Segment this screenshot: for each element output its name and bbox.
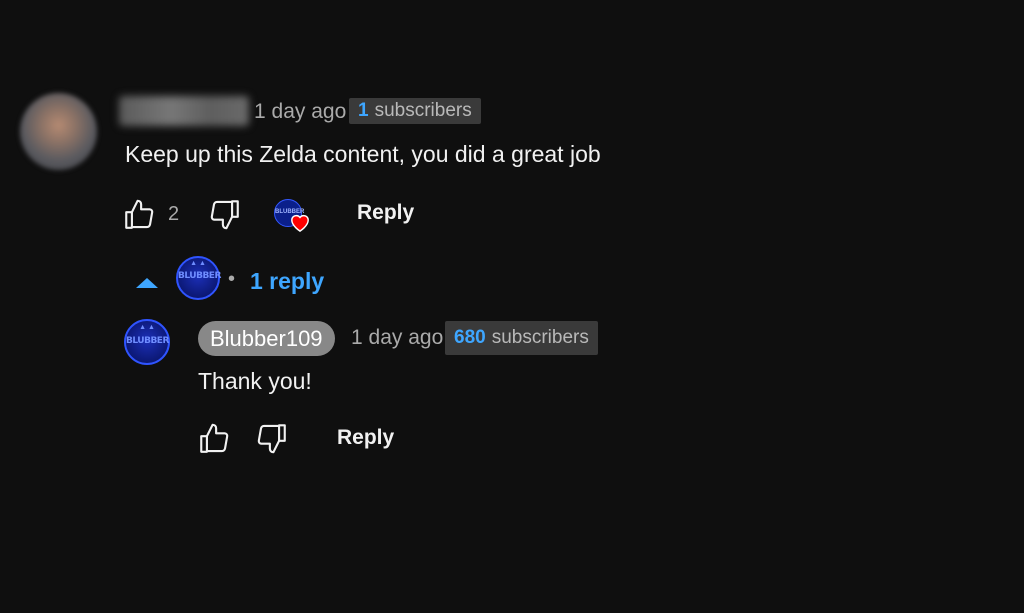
reply-dislike-button[interactable]: [254, 421, 290, 455]
replier-mini-avatar: ▲ ▲ BLUBBER: [176, 256, 221, 300]
caret-up-icon: [136, 278, 158, 288]
reply-subscriber-count: 680: [454, 327, 486, 348]
reply-reply-button[interactable]: Reply: [337, 426, 394, 450]
logo-text: BLUBBER: [126, 336, 169, 346]
comment-text: Keep up this Zelda content, you did a gr…: [125, 141, 601, 167]
commenter-name-redacted[interactable]: [119, 96, 249, 126]
subscriber-count: 1: [358, 100, 369, 121]
subscriber-count-badge: 1 subscribers: [349, 98, 481, 124]
reply-text: Thank you!: [198, 368, 312, 394]
comments-section: 1 day ago 1 subscribers Keep up this Zeld…: [0, 0, 1024, 613]
reply-subscriber-label: subscribers: [491, 327, 589, 348]
reply-timestamp[interactable]: 1 day ago: [351, 326, 443, 350]
commenter-avatar[interactable]: [20, 93, 97, 170]
reply-author-avatar[interactable]: ▲ ▲ BLUBBER: [124, 319, 170, 365]
heart-icon: [291, 214, 309, 232]
reply-author-name[interactable]: Blubber109: [198, 321, 335, 356]
thumbs-up-icon: [125, 199, 154, 229]
reply-like-button[interactable]: [196, 422, 232, 456]
thumbs-up-icon: [200, 423, 229, 453]
reply-button[interactable]: Reply: [357, 201, 414, 225]
subscriber-label: subscribers: [374, 100, 472, 121]
like-count: 2: [168, 203, 180, 225]
logo-text: BLUBBER: [178, 271, 221, 281]
dislike-button[interactable]: [207, 197, 243, 231]
comment-timestamp[interactable]: 1 day ago: [254, 100, 346, 124]
separator-dot: •: [228, 268, 236, 290]
triforce-icon: ▲ ▲: [190, 260, 206, 267]
thumbs-down-icon: [257, 424, 286, 454]
triforce-icon: ▲ ▲: [139, 324, 155, 331]
like-button[interactable]: [121, 198, 157, 232]
thumbs-down-icon: [210, 200, 239, 230]
reply-subscriber-count-badge: 680 subscribers: [445, 321, 598, 355]
creator-heart-badge: BLUBBER: [274, 199, 309, 232]
reply-count-label[interactable]: 1 reply: [250, 268, 324, 295]
